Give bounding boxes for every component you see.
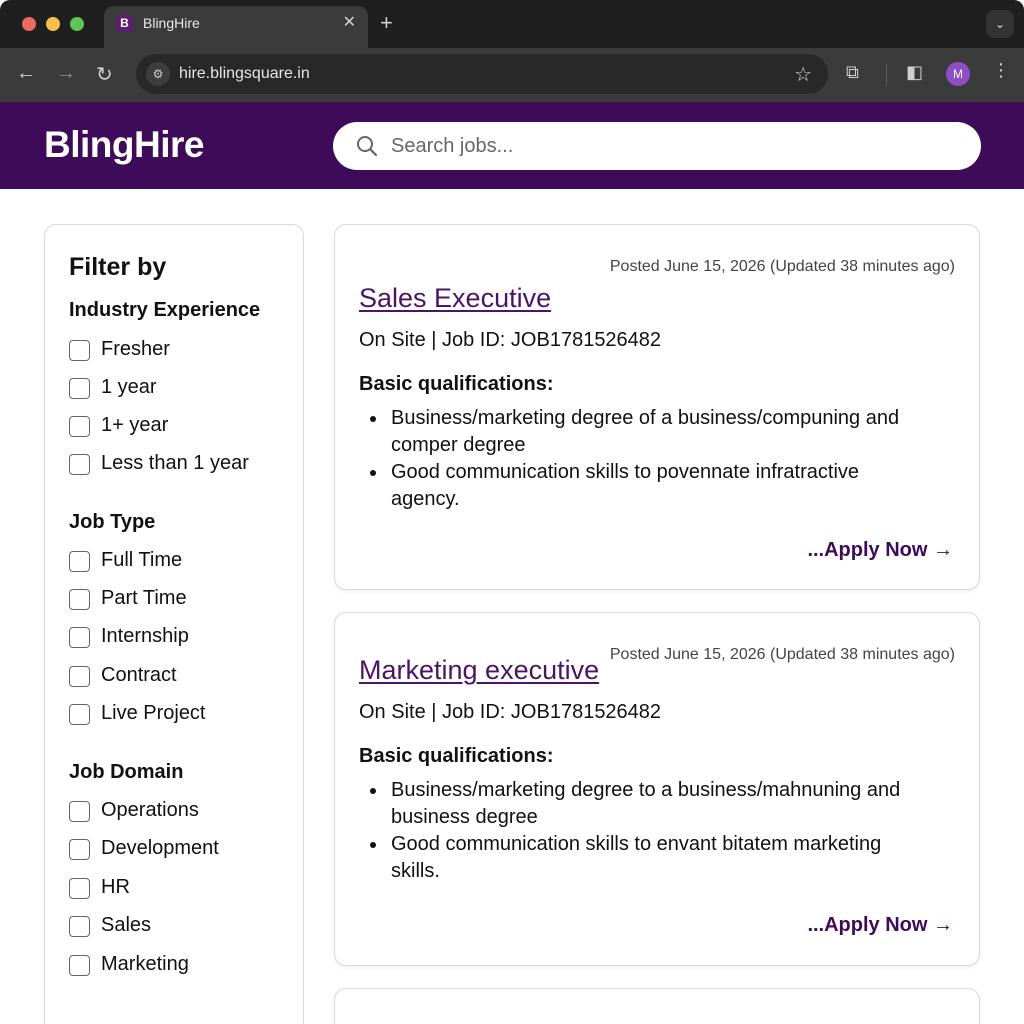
sidepanel-icon[interactable]: ◧	[906, 62, 923, 83]
checkbox[interactable]	[69, 378, 90, 399]
filter-option-label: Part Time	[101, 587, 187, 609]
url-text[interactable]: hire.blingsquare.in	[179, 65, 310, 83]
search-icon	[357, 136, 378, 157]
address-bar[interactable]: ⚙ hire.blingsquare.in ☆	[136, 54, 828, 94]
apply-now-link[interactable]: ...Apply Now →	[807, 539, 953, 562]
maximize-window-button[interactable]	[70, 17, 84, 31]
qualification-item: Business/marketing degree to a business/…	[359, 777, 919, 831]
checkbox[interactable]	[69, 839, 90, 860]
filter-option-label: Marketing	[101, 953, 189, 975]
group-title-industry-experience: Industry Experience	[69, 299, 261, 321]
job-card: Posted June 15, 2026 (Updated 38 minutes…	[334, 612, 980, 966]
checkbox[interactable]	[69, 627, 90, 648]
filter-option-label: HR	[101, 876, 130, 898]
checkbox[interactable]	[69, 916, 90, 937]
star-icon[interactable]: ☆	[794, 62, 812, 87]
browser-window: B BlingHire ✕ + ⌄ ← → ↻ ⚙ hire.blingsqua…	[0, 0, 1024, 1024]
job-meta: On Site | Job ID: JOB1781526482	[359, 701, 662, 723]
checkbox[interactable]	[69, 704, 90, 725]
search-input[interactable]	[391, 122, 961, 170]
apply-now-link[interactable]: ...Apply Now →	[807, 914, 953, 937]
qualification-text: Business/marketing degree of a business/…	[391, 407, 900, 456]
checkbox[interactable]	[69, 416, 90, 437]
site-header: BlingHire	[0, 102, 1024, 189]
job-title-link[interactable]: Sales Executive	[359, 283, 551, 314]
minimize-window-button[interactable]	[46, 17, 60, 31]
qualification-text: Business/marketing degree to a business/…	[391, 779, 901, 828]
filter-option-label: Development	[101, 837, 219, 859]
tab-strip: B BlingHire ✕ + ⌄	[0, 0, 1024, 48]
qualification-text: Good communication skills to envant bita…	[391, 833, 882, 882]
checkbox[interactable]	[69, 454, 90, 475]
group-title-job-type: Job Type	[69, 511, 156, 533]
qualifications-list: Business/marketing degree to a business/…	[359, 777, 919, 885]
filter-option-label: Internship	[101, 625, 189, 647]
checkbox[interactable]	[69, 589, 90, 610]
qualification-item: Good communication skills to povennate i…	[359, 459, 919, 513]
job-card	[334, 988, 980, 1024]
profile-avatar[interactable]: M	[946, 62, 970, 86]
filter-option-label: 1+ year	[101, 414, 169, 436]
tab-title: BlingHire	[143, 15, 200, 31]
favicon-icon: B	[116, 15, 133, 32]
search-bar[interactable]	[333, 122, 981, 170]
qualifications-heading: Basic qualifications:	[359, 745, 554, 767]
browser-toolbar: ← → ↻ ⚙ hire.blingsquare.in ☆ ⧉ ◧ M ⋮	[0, 48, 1024, 102]
bullet-icon	[370, 842, 376, 848]
filter-sidebar: Filter by Industry Experience Fresher 1 …	[44, 224, 304, 1024]
filter-option-label: Less than 1 year	[101, 452, 249, 474]
chevron-down-icon[interactable]: ⌄	[986, 10, 1014, 38]
filter-option-label: Fresher	[101, 338, 170, 360]
forward-arrow-icon[interactable]: →	[56, 62, 76, 85]
filter-option-label: Operations	[101, 799, 199, 821]
checkbox[interactable]	[69, 551, 90, 572]
back-arrow-icon[interactable]: ←	[16, 62, 36, 85]
checkbox[interactable]	[69, 955, 90, 976]
close-window-button[interactable]	[22, 17, 36, 31]
filter-option-label: Sales	[101, 914, 152, 936]
reload-icon[interactable]: ↻	[96, 62, 113, 87]
bullet-icon	[370, 416, 376, 422]
qualification-item: Business/marketing degree of a business/…	[359, 405, 919, 459]
job-meta: On Site | Job ID: JOB1781526482	[359, 329, 662, 351]
job-title-link[interactable]: Marketing executive	[359, 655, 599, 686]
posted-date: Posted June 15, 2026 (Updated 38 minutes…	[609, 646, 955, 663]
checkbox[interactable]	[69, 878, 90, 899]
filter-option-label: 1 year	[101, 376, 157, 398]
close-icon[interactable]: ✕	[343, 12, 356, 32]
tab-blinghire[interactable]: B BlingHire ✕	[104, 6, 368, 48]
bullet-icon	[370, 470, 376, 476]
qualifications-list: Business/marketing degree of a business/…	[359, 405, 919, 513]
qualification-text: Good communication skills to povennate i…	[391, 461, 860, 510]
site-info-icon[interactable]: ⚙	[146, 62, 170, 86]
checkbox[interactable]	[69, 801, 90, 822]
kebab-icon[interactable]: ⋮	[992, 60, 1010, 81]
checkbox[interactable]	[69, 666, 90, 687]
toolbar-divider	[886, 64, 887, 86]
puzzle-icon[interactable]: ⧉	[846, 62, 859, 83]
filter-option-label: Contract	[101, 664, 177, 686]
checkbox[interactable]	[69, 340, 90, 361]
filter-option-label: Full Time	[101, 549, 183, 571]
filter-title: Filter by	[69, 253, 167, 281]
site-logo[interactable]: BlingHire	[44, 124, 204, 166]
qualification-item: Good communication skills to envant bita…	[359, 831, 919, 885]
filter-option-label: Live Project	[101, 702, 206, 724]
group-title-job-domain: Job Domain	[69, 761, 184, 783]
new-tab-button[interactable]: +	[380, 10, 393, 36]
job-card: Posted June 15, 2026 (Updated 38 minutes…	[334, 224, 980, 590]
qualifications-heading: Basic qualifications:	[359, 373, 554, 395]
bullet-icon	[370, 788, 376, 794]
posted-date: Posted June 15, 2026 (Updated 38 minutes…	[609, 258, 955, 275]
